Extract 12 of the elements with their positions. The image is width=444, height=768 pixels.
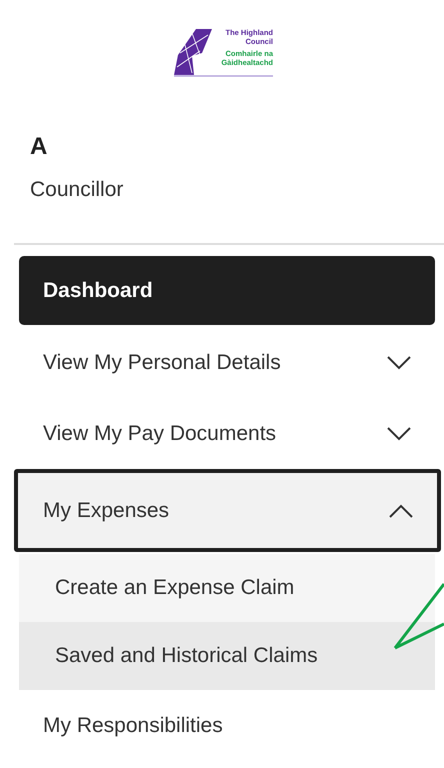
chevron-down-icon (387, 356, 411, 370)
menu-group[interactable]: My Expenses (14, 469, 441, 552)
menu-item[interactable]: My Responsibilities (19, 690, 435, 761)
menu-group[interactable]: View My Pay Documents (19, 398, 435, 469)
menu-item[interactable]: Dashboard (19, 256, 435, 325)
user-name: A (30, 133, 48, 161)
submenu-item[interactable]: Create an Expense Claim (19, 554, 435, 622)
user-role: Councillor (30, 178, 124, 202)
chevron-down-icon (387, 426, 411, 440)
submenu-item[interactable]: Saved and Historical Claims (19, 622, 435, 690)
menu-group[interactable]: View My Personal Details (19, 327, 435, 398)
chevron-up-icon (389, 504, 413, 518)
